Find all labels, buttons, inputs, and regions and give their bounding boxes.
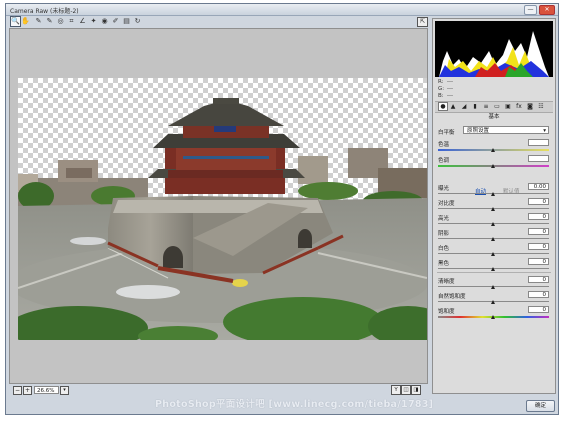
saturation-slider-thumb[interactable] xyxy=(491,315,495,319)
temperature-value-field[interactable] xyxy=(528,139,549,146)
contrast-slider-thumb[interactable] xyxy=(491,207,495,211)
color-sampler-icon[interactable]: ✎ xyxy=(45,17,54,26)
shadows-slider-thumb[interactable] xyxy=(491,237,495,241)
contrast-value-field[interactable]: 0 xyxy=(528,198,549,205)
straighten-icon[interactable]: ∠ xyxy=(78,17,87,26)
window-title: Camera Raw (未标题-2) xyxy=(10,8,79,15)
tint-value-field[interactable] xyxy=(528,155,549,162)
zoom-in-button[interactable]: + xyxy=(23,386,32,395)
title-bar: Camera Raw (未标题-2) — ✕ xyxy=(6,4,558,16)
red-eye-icon[interactable]: ◉ xyxy=(100,17,109,26)
temperature-slider-thumb[interactable] xyxy=(491,148,495,152)
highlights-value-field[interactable]: 0 xyxy=(528,213,549,220)
white-balance-value: 原照设置 xyxy=(467,128,490,134)
drum-tower-photo xyxy=(18,98,427,340)
zoom-dropdown-icon[interactable]: ▾ xyxy=(60,386,69,395)
tab-camera-icon[interactable]: ◙ xyxy=(526,103,534,110)
hand-icon[interactable]: ✋ xyxy=(21,17,30,26)
blacks-label: 黑色 xyxy=(438,261,450,267)
histogram-graph xyxy=(435,21,553,77)
zoom-level-field[interactable]: 26.6% xyxy=(34,386,59,394)
graduated-filter-icon[interactable]: ▤ xyxy=(122,17,131,26)
highlights-slider-thumb[interactable] xyxy=(491,222,495,226)
whites-label: 白色 xyxy=(438,246,450,252)
tab-fx-icon[interactable]: fx xyxy=(515,103,523,110)
adjustment-brush-icon[interactable]: ✐ xyxy=(111,17,120,26)
tab-detail-icon[interactable]: ◢ xyxy=(460,103,468,110)
zoom-icon[interactable]: 🔍 xyxy=(10,16,21,27)
blacks-slider-thumb[interactable] xyxy=(491,267,495,271)
white-balance-select[interactable]: 原照设置 ▾ xyxy=(463,126,549,134)
exposure-value-field[interactable]: 0.00 xyxy=(528,183,549,190)
divider xyxy=(437,272,551,273)
adjustment-panel: R: --- G: --- B: --- ● ▲ ◢ ▮ ≡ ▭ ▣ fx ◙ ☷ 基… xyxy=(432,18,556,394)
contrast-label: 对比度 xyxy=(438,201,455,207)
white-balance-icon[interactable]: ✎ xyxy=(34,17,43,26)
shadows-value-field[interactable]: 0 xyxy=(528,228,549,235)
exposure-slider-thumb[interactable] xyxy=(491,192,495,196)
watermark-text: PhotoShop平面设计吧 [www.linecg.com/tieba/178… xyxy=(155,399,434,410)
tint-slider-thumb[interactable] xyxy=(491,164,495,168)
saturation-value-field[interactable]: 0 xyxy=(528,306,549,313)
white-balance-label: 白平衡 xyxy=(438,130,455,136)
tab-effects-icon[interactable]: ▣ xyxy=(504,103,512,110)
red-label: R: xyxy=(438,79,444,85)
highlights-label: 高光 xyxy=(438,216,450,222)
histogram xyxy=(435,21,553,77)
vibrance-label: 自然饱和度 xyxy=(438,294,466,300)
vibrance-slider-thumb[interactable] xyxy=(491,300,495,304)
zoom-out-button[interactable]: − xyxy=(13,386,22,395)
crop-icon[interactable]: ⌗ xyxy=(67,17,76,26)
temperature-label: 色温 xyxy=(438,142,450,148)
saturation-label: 饱和度 xyxy=(438,309,455,315)
tab-presets-icon[interactable]: ☷ xyxy=(537,103,545,110)
camera-raw-window: Camera Raw (未标题-2) — ✕ 🔍 ✋ ✎ ✎ ◎ ⌗ ∠ ✦ ◉… xyxy=(5,3,559,415)
view-toggle-button-1[interactable]: Y xyxy=(391,385,401,395)
tab-lens-icon[interactable]: ▭ xyxy=(493,103,501,110)
tab-tone-curve-icon[interactable]: ▲ xyxy=(449,103,457,110)
tab-split-toning-icon[interactable]: ≡ xyxy=(482,103,490,110)
tab-hsl-icon[interactable]: ▮ xyxy=(471,103,479,110)
green-label: G: xyxy=(438,86,445,92)
exposure-label: 曝光 xyxy=(438,186,450,192)
whites-value-field[interactable]: 0 xyxy=(528,243,549,250)
done-button[interactable]: 确定 xyxy=(526,400,555,412)
blue-value: --- xyxy=(447,93,453,99)
chevron-down-icon: ▾ xyxy=(543,128,546,134)
tint-label: 色调 xyxy=(438,158,450,164)
bottom-bar: − + 26.6% ▾ Y ◫ ◨ xyxy=(9,384,428,396)
view-toggle-button-3[interactable]: ◨ xyxy=(411,385,421,395)
whites-slider-thumb[interactable] xyxy=(491,252,495,256)
fullscreen-icon[interactable]: ⇱ xyxy=(417,17,428,27)
blacks-value-field[interactable]: 0 xyxy=(528,258,549,265)
minimize-button[interactable]: — xyxy=(524,5,537,15)
blue-label: B: xyxy=(438,93,444,99)
target-adjust-icon[interactable]: ◎ xyxy=(56,17,65,26)
red-value: --- xyxy=(447,79,453,85)
clarity-value-field[interactable]: 0 xyxy=(528,276,549,283)
photo-preview[interactable] xyxy=(18,78,427,340)
clarity-label: 清晰度 xyxy=(438,279,455,285)
clarity-slider-thumb[interactable] xyxy=(491,285,495,289)
green-value: --- xyxy=(447,86,453,92)
image-preview-area[interactable] xyxy=(9,28,428,384)
shadows-label: 阴影 xyxy=(438,231,450,237)
tab-basic-icon[interactable]: ● xyxy=(438,102,448,111)
view-toggle-button-2[interactable]: ◫ xyxy=(401,385,411,395)
tool-bar: 🔍 ✋ ✎ ✎ ◎ ⌗ ∠ ✦ ◉ ✐ ▤ ↻ ⇱ xyxy=(8,16,428,28)
vibrance-value-field[interactable]: 0 xyxy=(528,291,549,298)
section-title: 基本 xyxy=(488,114,500,120)
close-button[interactable]: ✕ xyxy=(539,5,555,15)
spot-removal-icon[interactable]: ✦ xyxy=(89,17,98,26)
rotate-icon[interactable]: ↻ xyxy=(133,17,142,26)
